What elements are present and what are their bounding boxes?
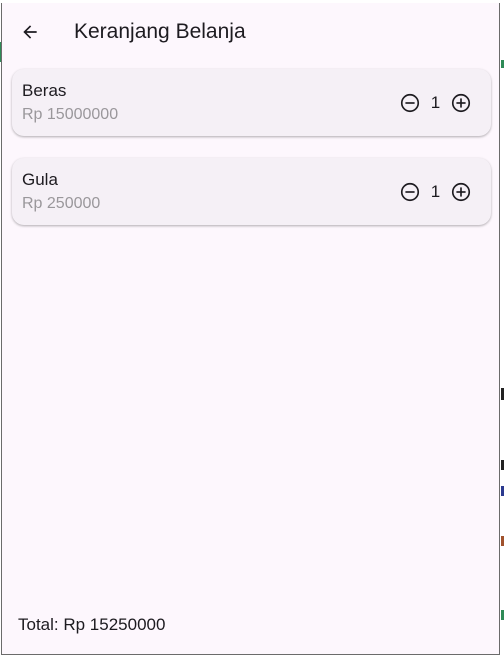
item-name: Beras [22, 81, 67, 100]
page-title: Keranjang Belanja [74, 20, 246, 43]
increase-quantity-button[interactable] [449, 180, 473, 204]
remove-circle-outline-icon [400, 182, 420, 202]
app-bar: Keranjang Belanja [2, 3, 499, 59]
decrease-quantity-button[interactable] [398, 180, 422, 204]
quantity-value: 1 [430, 93, 441, 112]
remove-circle-outline-icon [400, 93, 420, 113]
cart-item-card: Beras Rp 15000000 1 [12, 69, 491, 136]
item-name: Gula [22, 170, 58, 189]
quantity-stepper: 1 [398, 180, 473, 204]
quantity-value: 1 [430, 182, 441, 201]
app-window: Keranjang Belanja Beras Rp 15000000 1 Gu… [1, 3, 500, 655]
decrease-quantity-button[interactable] [398, 91, 422, 115]
add-circle-outline-icon [451, 93, 471, 113]
quantity-stepper: 1 [398, 91, 473, 115]
add-circle-outline-icon [451, 182, 471, 202]
cart-item-card: Gula Rp 250000 1 [12, 158, 491, 225]
item-price: Rp 15000000 [22, 106, 119, 123]
cart-total: Total: Rp 15250000 [18, 615, 166, 634]
item-price: Rp 250000 [22, 195, 101, 212]
arrow-back-icon [23, 25, 37, 39]
increase-quantity-button[interactable] [449, 91, 473, 115]
back-button[interactable] [16, 18, 44, 46]
